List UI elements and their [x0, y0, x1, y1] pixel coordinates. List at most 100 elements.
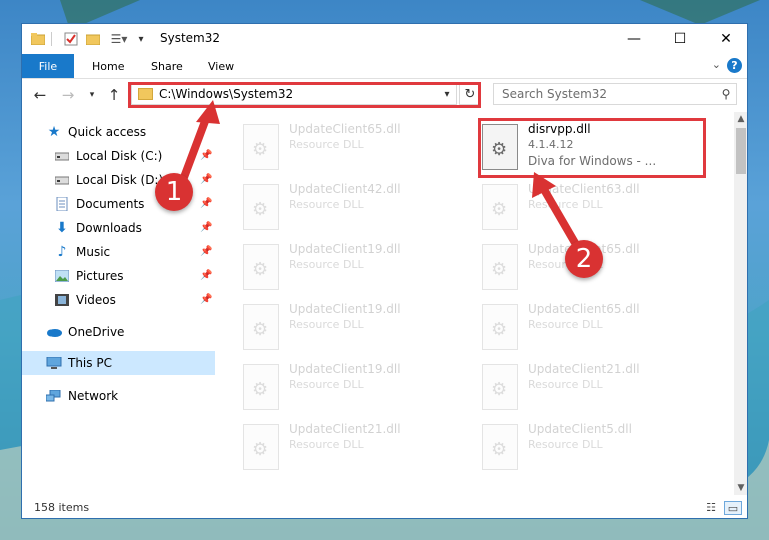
file-name: UpdateClient65.dll: [289, 122, 401, 136]
title-separator: [50, 30, 52, 48]
list-item[interactable]: ⚙ UpdateClient63.dll Resource DLL: [480, 180, 700, 236]
file-type: Resource DLL: [289, 438, 364, 451]
customize-toolbar-icon[interactable]: ☰▾: [106, 30, 132, 48]
file-name: UpdateClient21.dll: [289, 422, 401, 436]
dll-file-icon: ⚙: [482, 424, 518, 470]
nav-quick-access[interactable]: ★ Quick access: [46, 121, 146, 143]
pin-icon[interactable]: 📌: [200, 150, 212, 161]
list-item[interactable]: ⚙ UpdateClient65.dll Resource DLL: [480, 300, 700, 356]
quick-access-dropdown-icon[interactable]: ▾: [134, 30, 148, 48]
status-bar: 158 items ☷ ▭: [22, 496, 747, 518]
list-item[interactable]: ⚙ UpdateClient5.dll Resource DLL: [480, 420, 700, 476]
nav-item-label: Videos: [76, 293, 116, 307]
minimize-button[interactable]: —: [611, 24, 657, 54]
search-icon[interactable]: ⚲: [716, 87, 736, 101]
nav-music[interactable]: ♪ Music: [54, 241, 111, 263]
search-input[interactable]: Search System32: [494, 87, 716, 101]
file-name: UpdateClient42.dll: [289, 182, 401, 196]
properties-icon[interactable]: [62, 30, 80, 48]
scroll-down-icon[interactable]: ▼: [734, 483, 747, 493]
nav-videos[interactable]: Videos: [54, 289, 116, 311]
tab-share[interactable]: Share: [151, 54, 183, 78]
item-count: 158 items: [34, 501, 90, 514]
title-bar: ☰▾ ▾ System32 — ☐ ✕: [22, 24, 747, 54]
tab-home[interactable]: Home: [92, 54, 124, 78]
dll-file-icon: ⚙: [243, 424, 279, 470]
dll-file-icon: ⚙: [243, 364, 279, 410]
nav-this-pc[interactable]: This PC: [46, 352, 112, 374]
file-type: Resource DLL: [528, 378, 603, 391]
network-icon: [46, 389, 62, 403]
back-button[interactable]: ←: [30, 85, 50, 105]
nav-local-disk-d[interactable]: Local Disk (D:): [54, 169, 163, 191]
file-type: Resource DLL: [289, 198, 364, 211]
nav-item-label: Local Disk (C:): [76, 149, 163, 163]
pin-icon[interactable]: 📌: [200, 222, 212, 233]
dll-file-icon: ⚙: [482, 304, 518, 350]
scroll-up-icon[interactable]: ▲: [734, 114, 747, 124]
close-button[interactable]: ✕: [703, 24, 747, 54]
nav-local-disk-c[interactable]: Local Disk (C:): [54, 145, 162, 167]
help-icon[interactable]: ?: [727, 58, 742, 73]
list-item[interactable]: ⚙ UpdateClient65.dll Resource DLL: [241, 120, 461, 176]
list-item[interactable]: ⚙ UpdateClient42.dll Resource DLL: [241, 180, 461, 236]
dll-file-icon: ⚙: [243, 124, 279, 170]
computer-icon: [46, 356, 62, 370]
details-view-icon[interactable]: ☷: [703, 501, 719, 514]
address-highlight-box: [128, 82, 481, 108]
dll-file-icon: ⚙: [482, 184, 518, 230]
step-2-badge: 2: [565, 240, 603, 278]
list-item[interactable]: ⚙ UpdateClient21.dll Resource DLL: [241, 420, 461, 476]
nav-network[interactable]: Network: [46, 385, 118, 407]
scroll-thumb[interactable]: [736, 128, 746, 174]
nav-onedrive-label: OneDrive: [68, 325, 125, 339]
search-box[interactable]: Search System32 ⚲: [493, 83, 737, 105]
file-name: UpdateClient19.dll: [289, 302, 401, 316]
nav-downloads[interactable]: ⬇ Downloads: [54, 217, 142, 239]
nav-item-label: Music: [76, 245, 111, 259]
forward-button[interactable]: →: [58, 85, 78, 105]
list-item[interactable]: ⚙ UpdateClient19.dll Resource DLL: [241, 240, 461, 296]
up-button[interactable]: ↑: [104, 85, 124, 105]
tab-view[interactable]: View: [208, 54, 234, 78]
vertical-scrollbar[interactable]: ▲ ▼: [734, 112, 747, 495]
file-name: UpdateClient19.dll: [289, 242, 401, 256]
pin-icon[interactable]: 📌: [200, 270, 212, 281]
nav-quick-access-label: Quick access: [68, 125, 147, 139]
nav-pictures[interactable]: Pictures: [54, 265, 124, 287]
dll-file-icon: ⚙: [243, 184, 279, 230]
dll-file-icon: ⚙: [243, 304, 279, 350]
file-type: Resource DLL: [289, 258, 364, 271]
navigation-pane: ★ Quick access Local Disk (C:) 📌 Local D…: [22, 112, 215, 495]
nav-item-label: Downloads: [76, 221, 142, 235]
videos-icon: [54, 293, 70, 307]
nav-documents[interactable]: Documents: [54, 193, 144, 215]
dll-file-icon: ⚙: [482, 364, 518, 410]
file-name: UpdateClient65.dll: [528, 302, 640, 316]
nav-onedrive[interactable]: OneDrive: [46, 321, 124, 343]
tiles-view-icon[interactable]: ▭: [724, 501, 742, 515]
file-tab[interactable]: File: [22, 54, 74, 78]
pin-icon[interactable]: 📌: [200, 198, 212, 209]
new-folder-icon[interactable]: [84, 30, 102, 48]
list-item[interactable]: ⚙ UpdateClient19.dll Resource DLL: [241, 300, 461, 356]
maximize-button[interactable]: ☐: [657, 24, 703, 54]
downloads-icon: ⬇: [56, 220, 68, 236]
list-item[interactable]: ⚙ UpdateClient19.dll Resource DLL: [241, 360, 461, 416]
recent-locations-icon[interactable]: ▾: [82, 85, 102, 105]
nav-item-label: Local Disk (D:): [76, 173, 164, 187]
file-highlight-box: [478, 118, 706, 178]
ribbon: File Home Share View ⌄ ?: [22, 54, 747, 79]
list-item[interactable]: ⚙ UpdateClient21.dll Resource DLL: [480, 360, 700, 416]
drive-icon: [54, 173, 70, 187]
file-name: UpdateClient19.dll: [289, 362, 401, 376]
cloud-icon: [46, 325, 62, 339]
pin-icon[interactable]: 📌: [200, 174, 212, 185]
pictures-icon: [54, 269, 70, 283]
music-icon: ♪: [57, 244, 67, 260]
pin-icon[interactable]: 📌: [200, 246, 212, 257]
pin-icon[interactable]: 📌: [200, 294, 212, 305]
file-type: Resource DLL: [528, 438, 603, 451]
file-name: UpdateClient21.dll: [528, 362, 640, 376]
expand-ribbon-icon[interactable]: ⌄: [712, 58, 721, 71]
